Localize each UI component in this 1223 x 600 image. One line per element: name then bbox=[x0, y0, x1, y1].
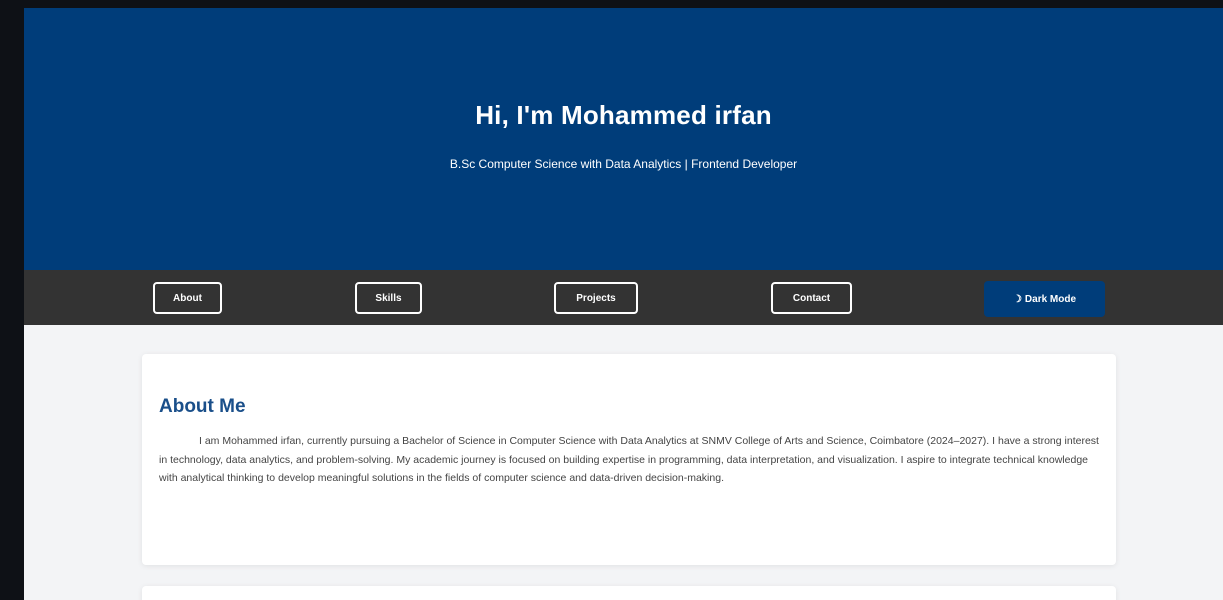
browser-viewport: Hi, I'm Mohammed irfan B.Sc Computer Sci… bbox=[24, 8, 1223, 600]
hero-header: Hi, I'm Mohammed irfan B.Sc Computer Sci… bbox=[24, 8, 1223, 270]
dark-mode-toggle[interactable]: ☽ Dark Mode bbox=[984, 281, 1105, 317]
nav-projects-button[interactable]: Projects bbox=[554, 282, 638, 314]
next-section-card bbox=[142, 586, 1116, 600]
hero-title: Hi, I'm Mohammed irfan bbox=[475, 100, 772, 130]
nav-skills-button[interactable]: Skills bbox=[355, 282, 422, 314]
moon-icon: ☽ bbox=[1012, 293, 1022, 305]
about-heading: About Me bbox=[159, 396, 246, 417]
nav-contact-button[interactable]: Contact bbox=[771, 282, 852, 314]
dark-mode-label: Dark Mode bbox=[1024, 293, 1077, 305]
nav-bar: About Skills Projects Contact ☽ Dark Mode bbox=[24, 270, 1223, 325]
hero-subtitle: B.Sc Computer Science with Data Analytic… bbox=[449, 157, 798, 171]
about-text: I am Mohammed irfan, currently pursuing … bbox=[159, 435, 1099, 484]
nav-about-button[interactable]: About bbox=[153, 282, 222, 314]
about-section: About Me I am Mohammed irfan, currently … bbox=[142, 354, 1116, 565]
